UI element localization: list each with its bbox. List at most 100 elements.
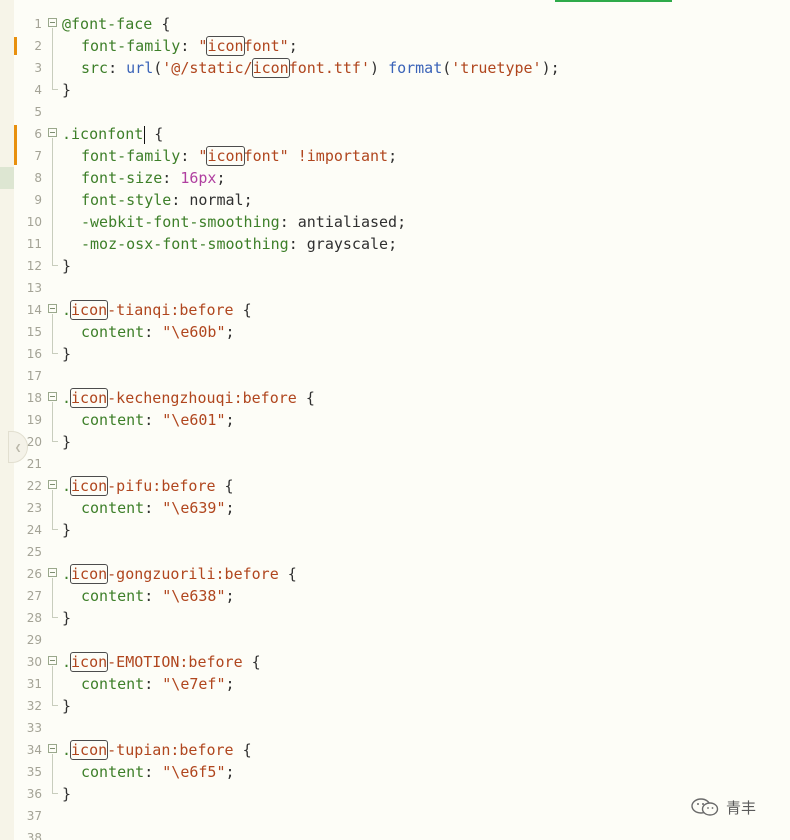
code-line[interactable]: 18 .icon-kechengzhouqi:before { <box>0 387 790 409</box>
line-number: 14 <box>26 303 42 317</box>
code-token: font" <box>243 147 289 165</box>
code-token: 'truetype' <box>451 59 542 77</box>
fold-toggle-icon[interactable] <box>48 480 57 489</box>
code-token: ; <box>243 191 253 209</box>
code-line[interactable]: 2 font-family: "iconfont"; <box>0 35 790 57</box>
code-text: font-size: 16px; <box>62 167 226 189</box>
code-token: url <box>126 59 154 77</box>
match-highlight: icon <box>70 388 109 408</box>
line-number: 11 <box>26 237 42 251</box>
code-token: "\e6f5" <box>162 763 226 781</box>
code-line[interactable]: 28} <box>0 607 790 629</box>
fold-toggle-icon[interactable] <box>48 128 57 137</box>
line-number: 15 <box>26 325 42 339</box>
code-token: ; <box>288 37 298 55</box>
code-line[interactable]: 24} <box>0 519 790 541</box>
fold-toggle-icon[interactable] <box>48 304 57 313</box>
fold-toggle-icon[interactable] <box>48 18 57 27</box>
fold-toggle-icon[interactable] <box>48 568 57 577</box>
code-line[interactable]: 15 content: "\e60b"; <box>0 321 790 343</box>
code-text: } <box>62 431 71 453</box>
code-line[interactable]: 22 .icon-pifu:before { <box>0 475 790 497</box>
code-line[interactable]: 12} <box>0 255 790 277</box>
code-line[interactable]: 14 .icon-tianqi:before { <box>0 299 790 321</box>
code-line[interactable]: 3 src: url('@/static/iconfont.ttf') forma… <box>0 57 790 79</box>
line-number: 7 <box>34 149 42 163</box>
code-line[interactable]: 5 <box>0 101 790 123</box>
code-text: font-family: "iconfont"; <box>62 35 298 57</box>
code-line[interactable]: 4} <box>0 79 790 101</box>
code-text: -webkit-font-smoothing: antialiased; <box>62 211 406 233</box>
code-line[interactable]: 36} <box>0 783 790 805</box>
code-token: -webkit-font-smoothing <box>81 213 280 231</box>
code-token: ; <box>216 169 226 187</box>
code-line[interactable]: 37 <box>0 805 790 827</box>
code-token: content <box>81 763 145 781</box>
code-token: : <box>144 411 163 429</box>
fold-toggle-icon[interactable] <box>48 744 57 753</box>
code-token: ; <box>225 323 235 341</box>
code-token: { <box>296 389 315 407</box>
code-line[interactable]: 35 content: "\e6f5"; <box>0 761 790 783</box>
code-line[interactable]: 33 <box>0 717 790 739</box>
code-line[interactable]: 27 content: "\e638"; <box>0 585 790 607</box>
code-line[interactable]: 29 <box>0 629 790 651</box>
code-text: .icon-kechengzhouqi:before { <box>62 387 315 409</box>
code-line[interactable]: 1 @font-face { <box>0 13 790 35</box>
code-token: ( <box>153 59 163 77</box>
code-line[interactable]: 21 <box>0 453 790 475</box>
code-line[interactable]: 11 -moz-osx-font-smoothing: grayscale; <box>0 233 790 255</box>
code-text: content: "\e6f5"; <box>62 761 235 783</box>
code-token: content <box>81 499 145 517</box>
code-token: "\e638" <box>162 587 226 605</box>
code-token: content <box>81 323 145 341</box>
code-line[interactable]: 30 .icon-EMOTION:before { <box>0 651 790 673</box>
code-token: { <box>215 477 234 495</box>
code-text: .icon-tianqi:before { <box>62 299 252 321</box>
code-token: { <box>242 653 261 671</box>
code-text: content: "\e639"; <box>62 497 235 519</box>
code-token: : <box>279 213 298 231</box>
code-token: { <box>233 301 252 319</box>
code-token: ) <box>370 59 389 77</box>
line-number: 36 <box>26 787 42 801</box>
watermark-text: 青丰 <box>726 798 757 817</box>
code-line[interactable]: 16} <box>0 343 790 365</box>
code-line[interactable]: 20} <box>0 431 790 453</box>
code-line[interactable]: 9 font-style: normal; <box>0 189 790 211</box>
code-line[interactable]: 8 font-size: 16px; <box>0 167 790 189</box>
code-line[interactable]: 17 <box>0 365 790 387</box>
code-token: : <box>180 37 199 55</box>
code-line[interactable]: 25 <box>0 541 790 563</box>
line-number: 12 <box>26 259 42 273</box>
code-token: font" <box>243 37 289 55</box>
code-token: { <box>145 125 164 143</box>
code-token: : <box>144 323 163 341</box>
code-token: content <box>81 587 145 605</box>
code-line[interactable]: 6 .iconfont { <box>0 123 790 145</box>
fold-toggle-icon[interactable] <box>48 392 57 401</box>
code-text: .icon-pifu:before { <box>62 475 234 497</box>
code-text: content: "\e60b"; <box>62 321 235 343</box>
fold-toggle-icon[interactable] <box>48 656 57 665</box>
code-text: .icon-EMOTION:before { <box>62 651 261 673</box>
code-editor[interactable]: 1 @font-face {2 font-family: "iconfont"; 3 s… <box>0 0 790 840</box>
line-number: 23 <box>26 501 42 515</box>
code-line[interactable]: 19 content: "\e601"; <box>0 409 790 431</box>
code-line[interactable]: 7 font-family: "iconfont" !important; <box>0 145 790 167</box>
code-text: -moz-osx-font-smoothing: grayscale; <box>62 233 397 255</box>
code-line[interactable]: 31 content: "\e7ef"; <box>0 673 790 695</box>
code-token: } <box>62 345 72 363</box>
code-line[interactable]: 23 content: "\e639"; <box>0 497 790 519</box>
code-token: : <box>144 763 163 781</box>
chevron-left-icon: ❮ <box>14 441 22 454</box>
code-line[interactable]: 34 .icon-tupian:before { <box>0 739 790 761</box>
code-line[interactable]: 10 -webkit-font-smoothing: antialiased; <box>0 211 790 233</box>
code-line[interactable]: 13 <box>0 277 790 299</box>
code-line[interactable]: 32} <box>0 695 790 717</box>
match-highlight: icon <box>70 564 109 584</box>
code-line[interactable]: 26 .icon-gongzuorili:before { <box>0 563 790 585</box>
line-number: 24 <box>26 523 42 537</box>
code-line[interactable]: 38 <box>0 827 790 840</box>
match-highlight: icon <box>206 36 245 56</box>
